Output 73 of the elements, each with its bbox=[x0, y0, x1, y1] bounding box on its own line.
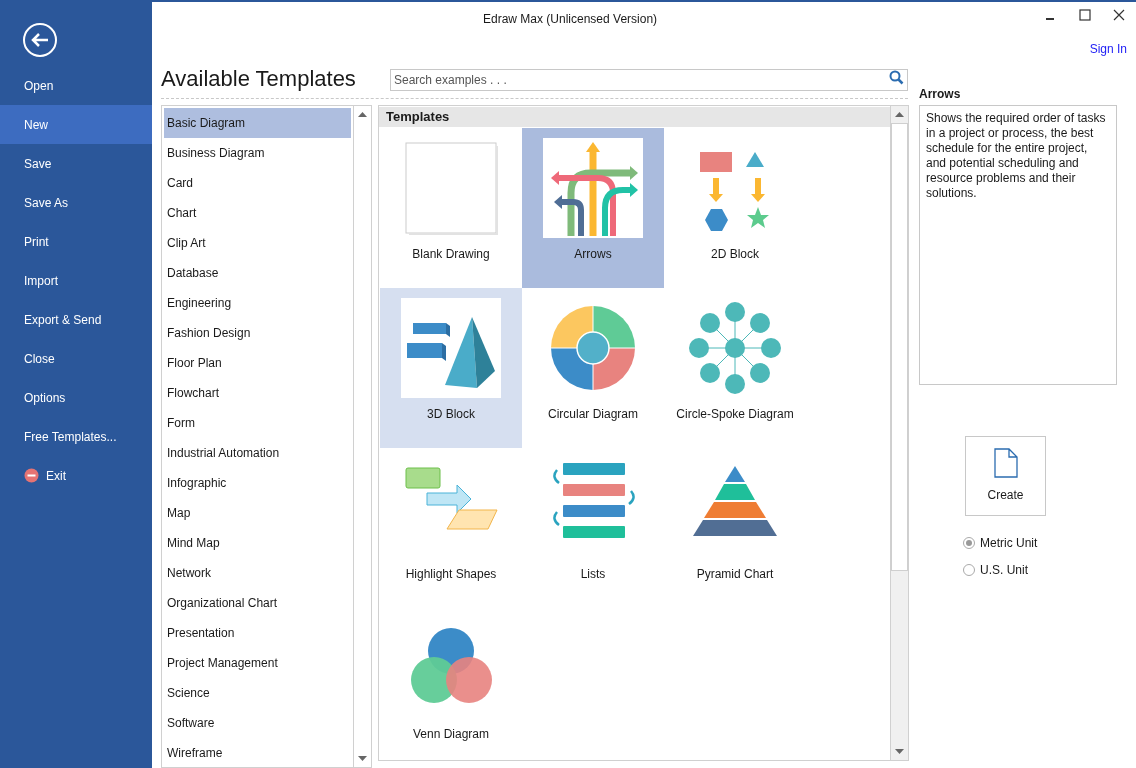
sidebar-item[interactable]: Print bbox=[0, 222, 152, 261]
search-icon[interactable] bbox=[889, 70, 904, 85]
category-item[interactable]: Software bbox=[164, 708, 351, 738]
template-label: Lists bbox=[580, 565, 606, 583]
template-label: Highlight Shapes bbox=[405, 565, 497, 583]
category-item[interactable]: Organizational Chart bbox=[164, 588, 351, 618]
template-tile[interactable]: Lists bbox=[522, 447, 664, 608]
category-item[interactable]: Map bbox=[164, 498, 351, 528]
sidebar-item[interactable]: Options bbox=[0, 378, 152, 417]
radio-button[interactable] bbox=[963, 537, 975, 549]
exit-icon bbox=[24, 468, 39, 483]
template-tile[interactable]: 3D Block bbox=[380, 287, 522, 448]
category-item[interactable]: Project Management bbox=[164, 648, 351, 678]
category-item[interactable]: Database bbox=[164, 258, 351, 288]
template-tile[interactable]: Arrows bbox=[522, 127, 664, 288]
create-button[interactable]: Create bbox=[965, 436, 1046, 516]
template-name: Arrows bbox=[919, 86, 962, 103]
document-icon bbox=[993, 448, 1018, 478]
template-label: Venn Diagram bbox=[412, 725, 489, 743]
back-button[interactable] bbox=[22, 22, 58, 58]
scroll-thumb[interactable] bbox=[891, 123, 908, 571]
category-item[interactable]: Flowchart bbox=[164, 378, 351, 408]
category-item[interactable]: Network bbox=[164, 558, 351, 588]
sidebar-item[interactable]: Import bbox=[0, 261, 152, 300]
template-label: Blank Drawing bbox=[412, 245, 490, 263]
unit-radio[interactable]: U.S. Unit bbox=[963, 561, 1117, 579]
category-item[interactable]: Industrial Automation bbox=[164, 438, 351, 468]
sidebar-item[interactable]: Close bbox=[0, 339, 152, 378]
sidebar-item[interactable]: Open bbox=[0, 66, 152, 105]
sidebar-item[interactable]: Exit bbox=[0, 456, 152, 495]
template-tile[interactable]: Highlight Shapes bbox=[380, 447, 522, 608]
search-field[interactable]: Search examples . . . bbox=[390, 69, 908, 91]
template-tile[interactable]: 2D Block bbox=[664, 127, 806, 288]
category-item[interactable]: Card bbox=[164, 168, 351, 198]
section-header: Templates bbox=[379, 107, 890, 127]
category-item[interactable]: Business Diagram bbox=[164, 138, 351, 168]
category-item[interactable]: Science bbox=[164, 678, 351, 708]
page-heading: Available Templates bbox=[161, 64, 357, 93]
sign-in-link[interactable]: Sign In bbox=[1089, 40, 1127, 58]
sidebar-item[interactable]: Export & Send bbox=[0, 300, 152, 339]
category-item[interactable]: Mind Map bbox=[164, 528, 351, 558]
category-item[interactable]: Wireframe bbox=[164, 738, 351, 767]
category-item[interactable]: Form bbox=[164, 408, 351, 438]
category-item[interactable]: Clip Art bbox=[164, 228, 351, 258]
maximize-icon[interactable] bbox=[1078, 8, 1092, 22]
description-text: Shows the required order of tasks in a project or process, the best schedule for the entire project, and potential scheduling and resource problems and their solutions. bbox=[926, 111, 1107, 201]
category-item[interactable]: Floor Plan bbox=[164, 348, 351, 378]
template-tile[interactable]: Venn Diagram bbox=[380, 607, 522, 760]
template-label: 3D Block bbox=[427, 405, 475, 423]
unit-radio[interactable]: Metric Unit bbox=[963, 534, 1117, 552]
template-tile[interactable]: Circular Diagram bbox=[522, 287, 664, 448]
template-label: 2D Block bbox=[711, 245, 759, 263]
close-icon[interactable] bbox=[1112, 8, 1126, 22]
template-tile[interactable]: Pyramid Chart bbox=[664, 447, 806, 608]
sidebar-item[interactable]: Save As bbox=[0, 183, 152, 222]
sidebar-item[interactable]: New bbox=[0, 105, 152, 144]
category-item[interactable]: Presentation bbox=[164, 618, 351, 648]
scrollbar[interactable] bbox=[890, 106, 908, 760]
category-item[interactable]: Engineering bbox=[164, 288, 351, 318]
template-tile[interactable]: Circle-Spoke Diagram bbox=[664, 287, 806, 448]
template-label: Pyramid Chart bbox=[696, 565, 774, 583]
sidebar-item[interactable]: Save bbox=[0, 144, 152, 183]
category-item[interactable]: Infographic bbox=[164, 468, 351, 498]
category-item[interactable]: Chart bbox=[164, 198, 351, 228]
category-item[interactable]: Basic Diagram bbox=[164, 108, 351, 138]
template-label: Arrows bbox=[574, 245, 612, 263]
template-label: Circular Diagram bbox=[548, 405, 638, 423]
template-label: Circle-Spoke Diagram bbox=[676, 405, 794, 423]
category-item[interactable]: Fashion Design bbox=[164, 318, 351, 348]
template-tile[interactable]: Blank Drawing bbox=[380, 127, 522, 288]
window-title: Edraw Max (Unlicensed Version) bbox=[483, 11, 658, 28]
radio-button[interactable] bbox=[963, 564, 975, 576]
sidebar-item[interactable]: Free Templates... bbox=[0, 417, 152, 456]
